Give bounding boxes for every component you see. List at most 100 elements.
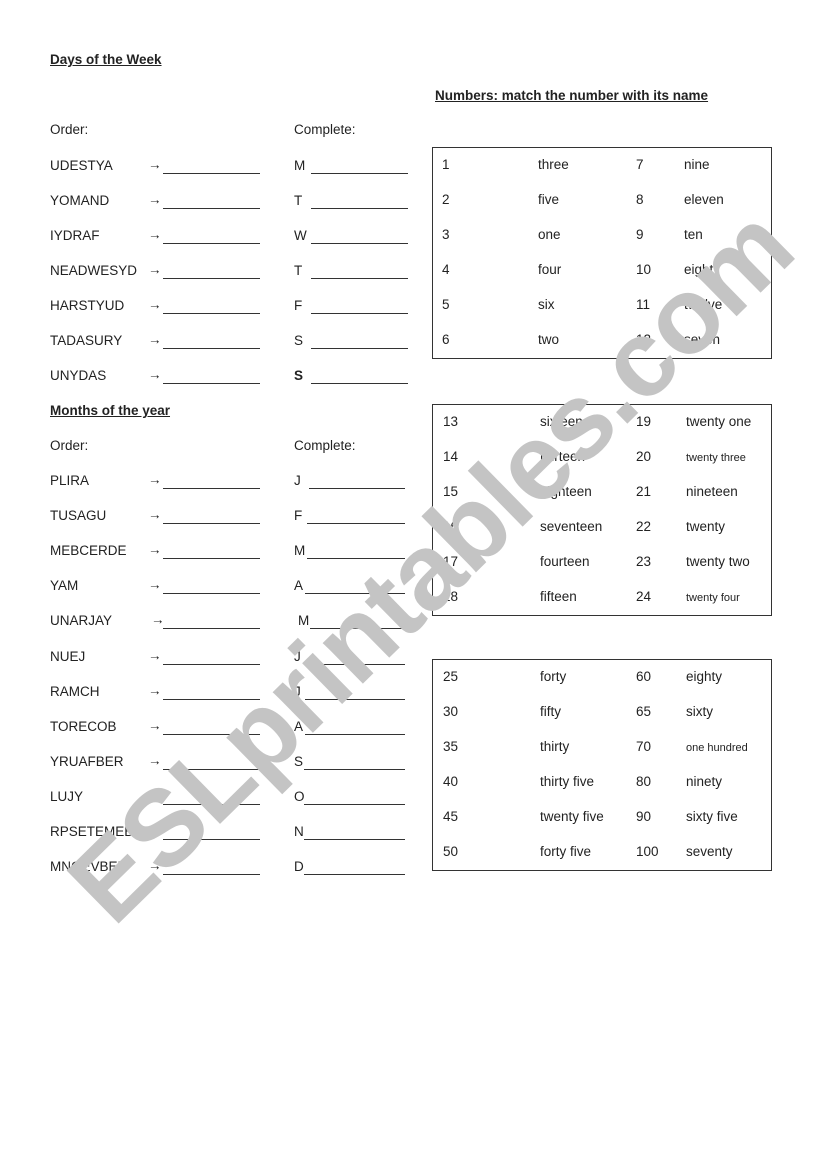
number-word[interactable]: fifteen: [540, 589, 577, 604]
complete-blank[interactable]: [304, 862, 405, 876]
number-word[interactable]: sixty: [686, 704, 713, 719]
complete-blank[interactable]: [305, 652, 405, 665]
answer-blank[interactable]: [163, 301, 260, 314]
number-numeral: 18: [443, 589, 459, 604]
complete-blank[interactable]: [304, 757, 405, 770]
number-word[interactable]: twenty: [686, 519, 725, 534]
complete-blank[interactable]: [305, 687, 405, 700]
answer-blank[interactable]: [163, 266, 260, 279]
complete-blank[interactable]: [307, 546, 405, 560]
scrambled-day: YOMAND: [50, 193, 110, 208]
month-initial-letter: M: [294, 543, 306, 559]
number-word[interactable]: six: [538, 297, 555, 312]
answer-blank[interactable]: [163, 196, 260, 209]
complete-blank[interactable]: [311, 301, 408, 314]
number-numeral: 7: [636, 157, 644, 172]
answer-blank[interactable]: [163, 231, 260, 244]
scrambled-month: YRUAFBER: [50, 753, 124, 769]
answer-blank[interactable]: [163, 792, 260, 805]
number-word[interactable]: fourteen: [540, 554, 590, 569]
number-word[interactable]: thirty: [540, 739, 569, 754]
number-word[interactable]: nineteen: [686, 484, 738, 499]
answer-blank[interactable]: [163, 862, 260, 876]
complete-blank[interactable]: [309, 476, 405, 489]
complete-blank[interactable]: [311, 266, 408, 279]
complete-blank[interactable]: [311, 196, 408, 209]
number-word[interactable]: ten: [684, 227, 703, 242]
number-word[interactable]: four: [538, 262, 561, 277]
complete-blank[interactable]: [304, 827, 405, 840]
complete-blank[interactable]: [311, 371, 408, 384]
answer-blank[interactable]: [163, 546, 260, 560]
answer-blank[interactable]: [163, 757, 260, 770]
complete-blank[interactable]: [307, 511, 405, 525]
number-numeral: 8: [636, 192, 644, 207]
number-word[interactable]: twenty two: [686, 554, 750, 569]
number-numeral: 9: [636, 227, 644, 242]
complete-blank[interactable]: [310, 616, 405, 630]
scrambled-month: TORECOB: [50, 718, 117, 734]
number-word[interactable]: seven: [684, 332, 720, 347]
answer-blank[interactable]: [163, 827, 260, 840]
scrambled-day: TADASURY: [50, 333, 123, 348]
month-initial-letter: A: [294, 718, 304, 734]
complete-blank[interactable]: [311, 336, 408, 349]
number-word[interactable]: sixteen: [540, 414, 583, 429]
number-word[interactable]: twenty one: [686, 414, 751, 429]
number-word[interactable]: seventeen: [540, 519, 602, 534]
number-word[interactable]: three: [538, 157, 569, 172]
number-word[interactable]: twenty three: [686, 452, 746, 464]
scrambled-month: LUJY: [50, 788, 84, 804]
complete-blank[interactable]: [304, 792, 405, 805]
months-heading: Months of the year: [50, 403, 171, 418]
day-initial-letter: T: [294, 193, 303, 208]
answer-blank[interactable]: [163, 511, 260, 525]
number-word[interactable]: eleven: [684, 192, 724, 207]
number-word[interactable]: eighty: [686, 669, 722, 684]
number-word[interactable]: eight: [684, 262, 713, 277]
number-word[interactable]: twenty five: [540, 809, 604, 824]
arrow-icon: →: [148, 157, 162, 172]
number-word[interactable]: forty five: [540, 844, 591, 859]
number-numeral: 35: [443, 739, 459, 754]
scrambled-month: YAM: [50, 578, 79, 594]
number-word[interactable]: twelve: [684, 297, 722, 312]
answer-blank[interactable]: [163, 722, 260, 735]
number-word[interactable]: fifty: [540, 704, 561, 719]
answer-blank[interactable]: [163, 371, 260, 384]
number-word[interactable]: eighteen: [540, 484, 592, 499]
scrambled-month: RAMCH: [50, 683, 100, 699]
number-numeral: 2: [442, 192, 450, 207]
answer-blank[interactable]: [163, 476, 260, 489]
answer-blank[interactable]: [163, 581, 260, 595]
number-word[interactable]: two: [538, 332, 559, 347]
answer-blank[interactable]: [163, 616, 260, 630]
number-word[interactable]: one: [538, 227, 561, 242]
complete-blank[interactable]: [311, 231, 408, 244]
number-word[interactable]: one hundred: [686, 742, 748, 754]
complete-blank[interactable]: [305, 722, 405, 735]
number-numeral: 15: [443, 484, 459, 499]
number-word[interactable]: twenty four: [686, 592, 740, 604]
numbers-box-25-100: 25 forty 60 eighty 30 fifty 65 sixty 35 thirty 70 o…: [432, 659, 772, 871]
answer-blank[interactable]: [163, 336, 260, 349]
answer-blank[interactable]: [163, 161, 260, 174]
number-word[interactable]: ninety: [686, 774, 722, 789]
complete-blank[interactable]: [311, 161, 408, 174]
complete-blank[interactable]: [305, 581, 405, 595]
number-numeral: 16: [443, 519, 459, 534]
number-word[interactable]: thirty five: [540, 774, 594, 789]
number-word[interactable]: nine: [684, 157, 710, 172]
answer-blank[interactable]: [163, 687, 260, 700]
answer-blank[interactable]: [163, 652, 260, 665]
number-numeral: 70: [636, 739, 652, 754]
number-word[interactable]: five: [538, 192, 559, 207]
month-initial-letter: J: [294, 648, 301, 664]
number-numeral: 65: [636, 704, 652, 719]
number-word[interactable]: forty: [540, 669, 566, 684]
number-word[interactable]: thirteen: [540, 449, 585, 464]
number-numeral: 3: [442, 227, 450, 242]
month-initial-letter: M: [298, 613, 310, 629]
number-word[interactable]: sixty five: [686, 809, 738, 824]
number-word[interactable]: seventy: [686, 844, 733, 859]
